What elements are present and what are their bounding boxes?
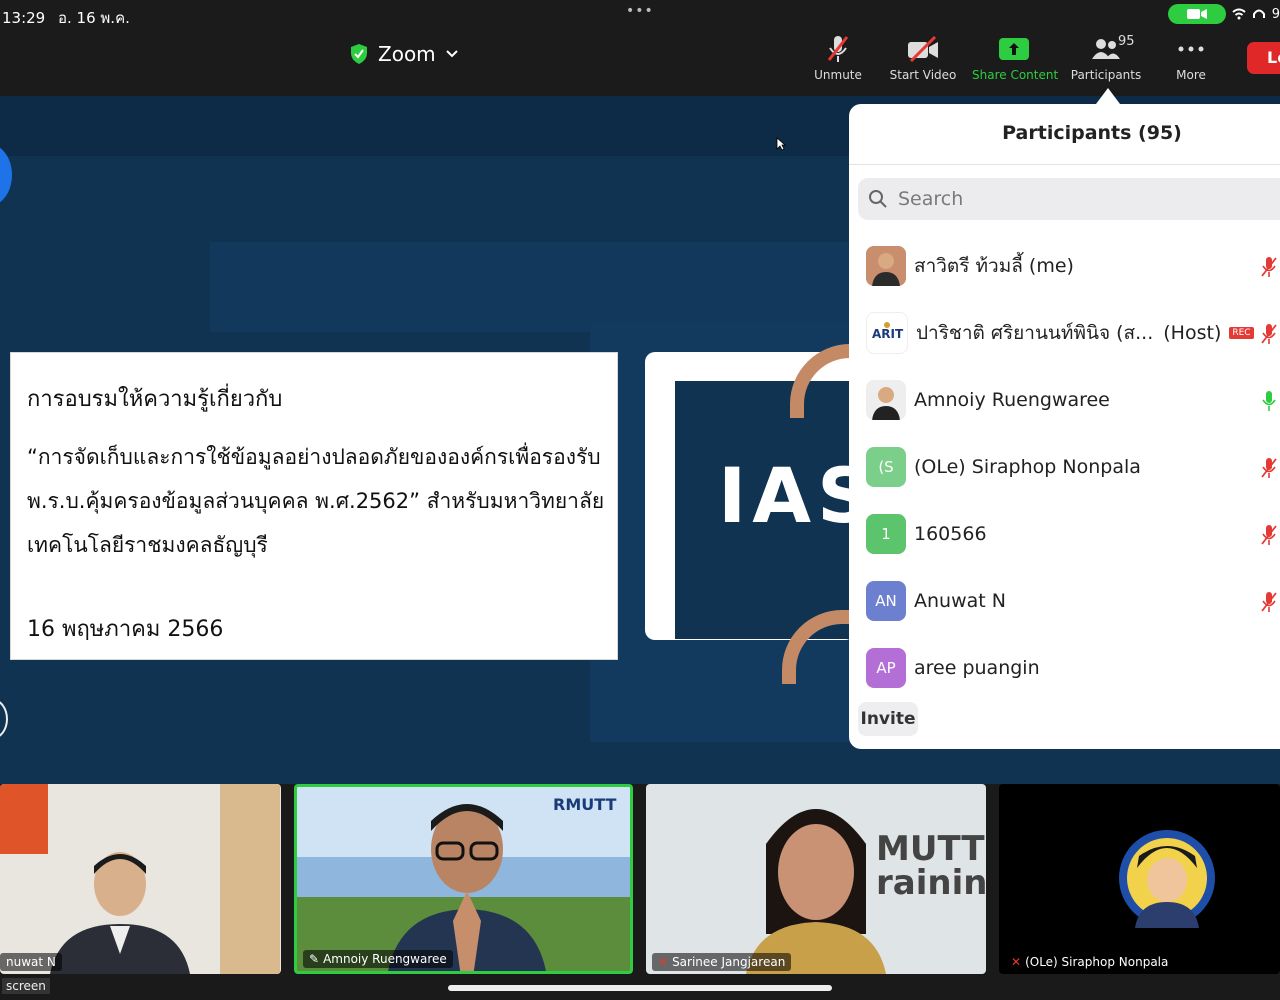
shield-check-icon — [351, 44, 367, 64]
cursor-icon — [776, 137, 786, 151]
unmute-label: Unmute — [814, 68, 862, 82]
wifi-icon — [1232, 8, 1246, 20]
participant-name: ปาริชาติ ศริยานนท์พินิจ (ส... — [916, 322, 1154, 344]
clock-text: 13:29 — [2, 9, 46, 27]
status-icons: 9 — [1167, 4, 1280, 24]
participant-role: (Host) — [1163, 322, 1222, 344]
more-dots-icon — [1178, 46, 1204, 52]
tile-name-text: Amnoiy Ruengwaree — [323, 952, 447, 966]
slide-title-box: การอบรมให้ความรู้เกี่ยวกับ “การจัดเก็บแล… — [10, 352, 618, 660]
tile-name-text: Sarinee Jangjarean — [672, 955, 786, 969]
chevron-down-icon — [445, 50, 458, 58]
participant-avatar: 1 — [866, 514, 906, 554]
annotation-ring — [0, 699, 8, 739]
tile-name: ✕ Sarinee Jangjarean — [652, 953, 792, 971]
mic-muted-icon[interactable] — [1261, 323, 1277, 345]
start-video-label: Start Video — [889, 68, 957, 82]
participants-panel: Participants (95) สาวิตรี ท้วมลี้ (me) AR… — [849, 104, 1280, 749]
rmutt-logo-text: RMUTT — [553, 795, 617, 814]
participant-name: Amnoiy Ruengwaree — [914, 389, 1110, 411]
more-label: More — [1176, 68, 1206, 82]
participant-avatar — [866, 246, 906, 286]
invite-button[interactable]: Invite — [858, 702, 918, 736]
participant-avatar: AN — [866, 581, 906, 621]
participant-row[interactable]: (S (OLe) Siraphop Nonpala — [866, 447, 1280, 487]
tile-name: ✎ Amnoiy Ruengwaree — [303, 950, 453, 968]
slide-heading: การอบรมให้ความรู้เกี่ยวกับ — [27, 387, 283, 412]
date-text: อ. 16 พ.ค. — [58, 9, 130, 27]
participant-row[interactable]: 1 160566 — [866, 514, 1280, 554]
participant-name: สาวิตรี ท้วมลี้ (me) — [914, 255, 1074, 277]
app-title: Zoom — [378, 42, 436, 66]
content-band — [210, 242, 850, 332]
home-indicator[interactable] — [448, 985, 832, 991]
slide-date: 16 พฤษภาคม 2566 — [27, 617, 224, 642]
unmute-button[interactable]: Unmute — [796, 34, 880, 82]
start-video-button[interactable]: Start Video — [881, 34, 965, 82]
tile-name: ✕ (OLe) Siraphop Nonpala — [1005, 953, 1175, 971]
profile-avatar-icon — [1119, 830, 1215, 928]
video-tile[interactable]: nuwat N — [0, 784, 281, 974]
more-button[interactable]: More — [1149, 34, 1233, 82]
video-off-icon — [908, 36, 938, 62]
video-tile[interactable]: MUTT raining ✕Sarinee Jangjarean — [646, 784, 986, 974]
tile-name-text: (OLe) Siraphop Nonpala — [1025, 955, 1169, 969]
participant-name: aree puangin — [914, 657, 1040, 679]
participants-label: Participants — [1070, 68, 1142, 82]
participants-button[interactable]: 95 Participants — [1064, 34, 1148, 82]
search-icon — [869, 190, 887, 208]
video-tile[interactable]: ✕ (OLe) Siraphop Nonpala — [999, 784, 1280, 974]
status-time: 13:29 อ. 16 พ.ค. — [2, 6, 130, 30]
mic-muted-icon[interactable] — [1261, 591, 1277, 613]
divider — [849, 164, 1280, 165]
screen-label: screen — [2, 978, 50, 994]
pin-icon: ✎ — [309, 952, 320, 966]
slide-quote: “การจัดเก็บและการใช้ข้อมูลอย่างปลอดภัยขอ… — [27, 445, 605, 557]
rec-badge: REC — [1229, 327, 1254, 339]
mic-muted-icon: ✕ — [658, 955, 669, 969]
leave-button[interactable]: Le — [1247, 42, 1280, 74]
participant-row[interactable]: Amnoiy Ruengwaree — [866, 380, 1280, 420]
camera-in-use-icon — [1167, 4, 1226, 24]
share-content-button[interactable]: Share Content — [972, 34, 1059, 82]
mic-muted-icon[interactable] — [1261, 524, 1277, 546]
video-tile-active-speaker[interactable]: RMUTT ✎ Amnoiy Ruengwaree — [294, 784, 633, 974]
participant-name: (OLe) Siraphop Nonpala — [914, 456, 1141, 478]
participants-count: 95 — [1118, 34, 1135, 49]
mic-muted-icon: ✕ — [1011, 955, 1022, 969]
panel-pointer — [1096, 88, 1120, 104]
headphones-icon — [1252, 9, 1265, 18]
multitask-dots[interactable]: ••• — [626, 3, 654, 19]
search-input[interactable] — [896, 187, 1260, 211]
panel-title: Participants (95) — [1002, 122, 1182, 144]
tile-name: nuwat N — [0, 953, 62, 971]
participant-avatar: AP — [866, 648, 906, 688]
participant-row[interactable]: ARIT ปาริชาติ ศริยานนท์พินิจ (ส... (Host) R… — [866, 312, 1280, 354]
mic-active-icon[interactable] — [1261, 390, 1277, 412]
participant-name: Anuwat N — [914, 590, 1006, 612]
mic-muted-icon[interactable] — [1261, 256, 1277, 278]
participant-row[interactable]: AP aree puangin — [866, 648, 1280, 688]
share-content-label: Share Content — [972, 68, 1059, 82]
mic-muted-icon — [827, 36, 849, 62]
participant-avatar — [866, 380, 906, 420]
person-figure — [746, 809, 886, 974]
battery-text: 9 — [1271, 6, 1280, 22]
share-arrow-icon — [999, 38, 1029, 60]
mic-muted-icon[interactable] — [1261, 457, 1277, 479]
meeting-title[interactable]: Zoom — [350, 42, 458, 66]
participant-row[interactable]: AN Anuwat N — [866, 581, 1280, 621]
person-figure — [50, 852, 190, 974]
wall-panel — [220, 784, 280, 974]
participant-row[interactable]: สาวิตรี ท้วมลี้ (me) — [866, 246, 1280, 286]
participant-avatar: ARIT — [866, 312, 908, 354]
participant-avatar: (S — [866, 447, 906, 487]
svg-text:ARIT: ARIT — [872, 327, 904, 341]
participant-name: 160566 — [914, 523, 987, 545]
search-box[interactable] — [858, 178, 1280, 220]
person-figure — [388, 804, 546, 971]
